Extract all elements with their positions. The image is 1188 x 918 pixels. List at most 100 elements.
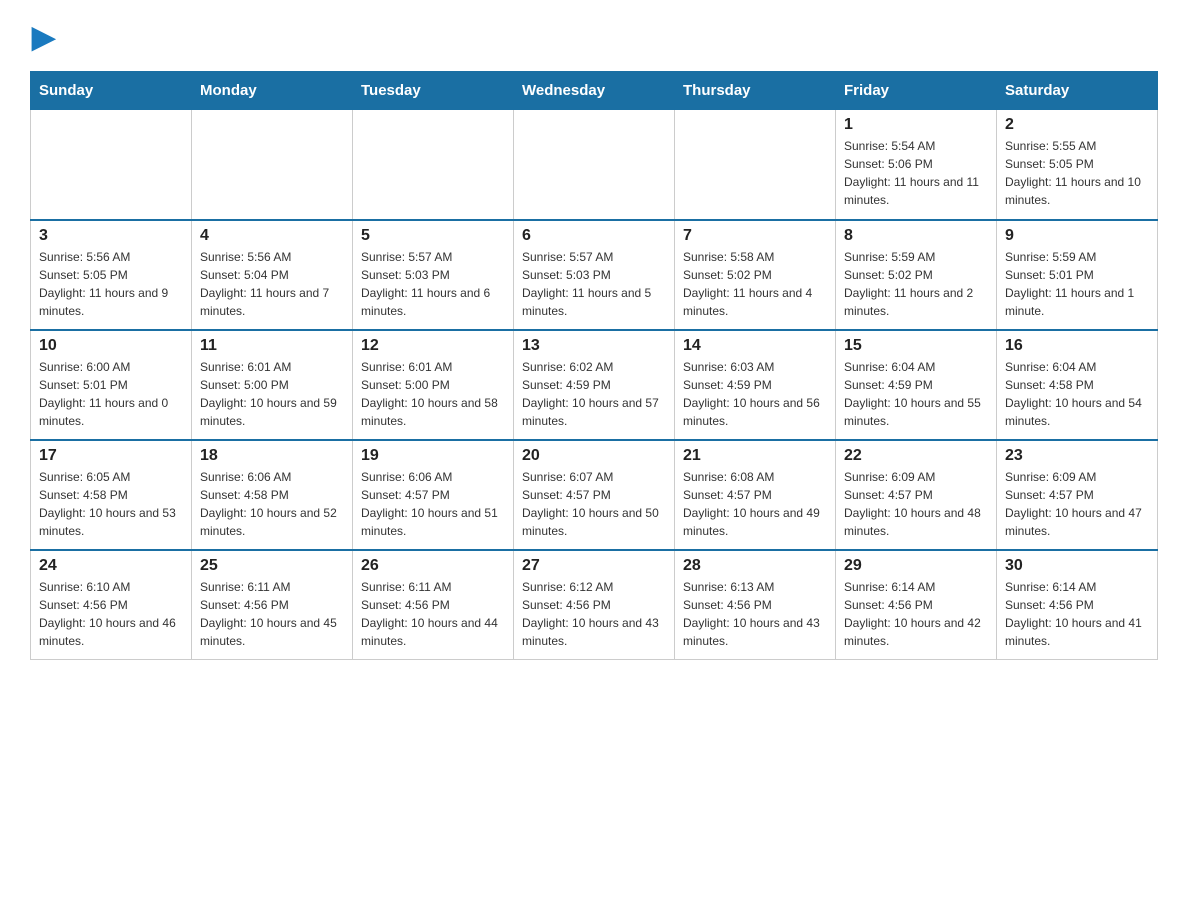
- weekday-header-row: SundayMondayTuesdayWednesdayThursdayFrid…: [31, 72, 1158, 110]
- calendar-cell: 20Sunrise: 6:07 AM Sunset: 4:57 PM Dayli…: [514, 440, 675, 550]
- day-info: Sunrise: 6:10 AM Sunset: 4:56 PM Dayligh…: [39, 578, 183, 650]
- calendar-cell: 14Sunrise: 6:03 AM Sunset: 4:59 PM Dayli…: [675, 330, 836, 440]
- weekday-header-tuesday: Tuesday: [353, 72, 514, 110]
- day-number: 8: [844, 227, 988, 245]
- calendar-cell: 30 Sunrise: 6:14 AM Sunset: 4:56 PM Dayli…: [997, 550, 1158, 660]
- calendar-cell: [31, 110, 192, 220]
- weekday-header-saturday: Saturday: [997, 72, 1158, 110]
- weekday-header-sunday: Sunday: [31, 72, 192, 110]
- day-info: Sunrise: 6:02 AM Sunset: 4:59 PM Dayligh…: [522, 358, 666, 430]
- day-info: Sunrise: 6:11 AM Sunset: 4:56 PM Dayligh…: [200, 578, 344, 650]
- calendar-week-2: 3Sunrise: 5:56 AM Sunset: 5:05 PM Daylig…: [31, 220, 1158, 330]
- logo: ▶: [30, 20, 55, 51]
- weekday-header-friday: Friday: [836, 72, 997, 110]
- day-number: 29: [844, 557, 988, 575]
- calendar-cell: 5 Sunrise: 5:57 AM Sunset: 5:03 PM Daylig…: [353, 220, 514, 330]
- calendar-cell: 11Sunrise: 6:01 AM Sunset: 5:00 PM Dayli…: [192, 330, 353, 440]
- weekday-header-monday: Monday: [192, 72, 353, 110]
- day-number: 13: [522, 337, 666, 355]
- calendar-cell: 18 Sunrise: 6:06 AM Sunset: 4:58 PM Dayli…: [192, 440, 353, 550]
- day-number: 26: [361, 557, 505, 575]
- day-info: Sunrise: 5:54 AM Sunset: 5:06 PM Dayligh…: [844, 137, 988, 209]
- day-info: Sunrise: 6:08 AM Sunset: 4:57 PM Dayligh…: [683, 468, 827, 540]
- calendar-cell: [353, 110, 514, 220]
- calendar-cell: 6Sunrise: 5:57 AM Sunset: 5:03 PM Daylig…: [514, 220, 675, 330]
- calendar-table: SundayMondayTuesdayWednesdayThursdayFrid…: [30, 71, 1158, 660]
- day-info: Sunrise: 6:00 AM Sunset: 5:01 PM Dayligh…: [39, 358, 183, 430]
- day-number: 18: [200, 447, 344, 465]
- day-number: 15: [844, 337, 988, 355]
- day-number: 2: [1005, 116, 1149, 134]
- calendar-cell: 24Sunrise: 6:10 AM Sunset: 4:56 PM Dayli…: [31, 550, 192, 660]
- day-info: Sunrise: 6:04 AM Sunset: 4:58 PM Dayligh…: [1005, 358, 1149, 430]
- day-info: Sunrise: 6:09 AM Sunset: 4:57 PM Dayligh…: [1005, 468, 1149, 540]
- day-info: Sunrise: 5:56 AM Sunset: 5:05 PM Dayligh…: [39, 248, 183, 320]
- day-info: Sunrise: 5:57 AM Sunset: 5:03 PM Dayligh…: [522, 248, 666, 320]
- calendar-week-3: 10 Sunrise: 6:00 AM Sunset: 5:01 PM Dayli…: [31, 330, 1158, 440]
- page-header: ▶: [30, 20, 1158, 51]
- day-info: Sunrise: 5:59 AM Sunset: 5:02 PM Dayligh…: [844, 248, 988, 320]
- day-info: Sunrise: 6:06 AM Sunset: 4:57 PM Dayligh…: [361, 468, 505, 540]
- weekday-header-wednesday: Wednesday: [514, 72, 675, 110]
- day-info: Sunrise: 5:59 AM Sunset: 5:01 PM Dayligh…: [1005, 248, 1149, 320]
- day-number: 20: [522, 447, 666, 465]
- day-info: Sunrise: 5:57 AM Sunset: 5:03 PM Dayligh…: [361, 248, 505, 320]
- calendar-cell: 29 Sunrise: 6:14 AM Sunset: 4:56 PM Dayli…: [836, 550, 997, 660]
- day-number: 22: [844, 447, 988, 465]
- calendar-cell: 16 Sunrise: 6:04 AM Sunset: 4:58 PM Dayli…: [997, 330, 1158, 440]
- calendar-cell: 9 Sunrise: 5:59 AM Sunset: 5:01 PM Daylig…: [997, 220, 1158, 330]
- calendar-cell: 23 Sunrise: 6:09 AM Sunset: 4:57 PM Dayli…: [997, 440, 1158, 550]
- calendar-cell: 2 Sunrise: 5:55 AM Sunset: 5:05 PM Daylig…: [997, 110, 1158, 220]
- day-number: 12: [361, 337, 505, 355]
- day-number: 19: [361, 447, 505, 465]
- day-number: 14: [683, 337, 827, 355]
- day-number: 25: [200, 557, 344, 575]
- calendar-cell: 19 Sunrise: 6:06 AM Sunset: 4:57 PM Dayli…: [353, 440, 514, 550]
- calendar-cell: 25 Sunrise: 6:11 AM Sunset: 4:56 PM Dayli…: [192, 550, 353, 660]
- day-number: 10: [39, 337, 183, 355]
- day-number: 9: [1005, 227, 1149, 245]
- day-number: 30: [1005, 557, 1149, 575]
- day-info: Sunrise: 6:06 AM Sunset: 4:58 PM Dayligh…: [200, 468, 344, 540]
- day-number: 16: [1005, 337, 1149, 355]
- calendar-cell: 21 Sunrise: 6:08 AM Sunset: 4:57 PM Dayli…: [675, 440, 836, 550]
- day-info: Sunrise: 5:55 AM Sunset: 5:05 PM Dayligh…: [1005, 137, 1149, 209]
- calendar-cell: 15 Sunrise: 6:04 AM Sunset: 4:59 PM Dayli…: [836, 330, 997, 440]
- day-info: Sunrise: 5:58 AM Sunset: 5:02 PM Dayligh…: [683, 248, 827, 320]
- day-number: 4: [200, 227, 344, 245]
- day-number: 11: [200, 337, 344, 355]
- day-info: Sunrise: 6:14 AM Sunset: 4:56 PM Dayligh…: [844, 578, 988, 650]
- calendar-week-4: 17 Sunrise: 6:05 AM Sunset: 4:58 PM Dayli…: [31, 440, 1158, 550]
- day-number: 21: [683, 447, 827, 465]
- day-number: 17: [39, 447, 183, 465]
- calendar-cell: 8 Sunrise: 5:59 AM Sunset: 5:02 PM Daylig…: [836, 220, 997, 330]
- day-number: 1: [844, 116, 988, 134]
- day-number: 7: [683, 227, 827, 245]
- logo-triangle-icon: ▶: [32, 20, 55, 55]
- calendar-cell: 4Sunrise: 5:56 AM Sunset: 5:04 PM Daylig…: [192, 220, 353, 330]
- calendar-cell: [514, 110, 675, 220]
- day-info: Sunrise: 6:05 AM Sunset: 4:58 PM Dayligh…: [39, 468, 183, 540]
- day-info: Sunrise: 6:04 AM Sunset: 4:59 PM Dayligh…: [844, 358, 988, 430]
- day-info: Sunrise: 6:01 AM Sunset: 5:00 PM Dayligh…: [361, 358, 505, 430]
- weekday-header-thursday: Thursday: [675, 72, 836, 110]
- calendar-cell: 1 Sunrise: 5:54 AM Sunset: 5:06 PM Daylig…: [836, 110, 997, 220]
- calendar-week-1: 1 Sunrise: 5:54 AM Sunset: 5:06 PM Daylig…: [31, 110, 1158, 220]
- day-number: 5: [361, 227, 505, 245]
- calendar-cell: 12 Sunrise: 6:01 AM Sunset: 5:00 PM Dayli…: [353, 330, 514, 440]
- day-info: Sunrise: 6:12 AM Sunset: 4:56 PM Dayligh…: [522, 578, 666, 650]
- calendar-cell: [192, 110, 353, 220]
- day-info: Sunrise: 6:11 AM Sunset: 4:56 PM Dayligh…: [361, 578, 505, 650]
- calendar-cell: 13 Sunrise: 6:02 AM Sunset: 4:59 PM Dayli…: [514, 330, 675, 440]
- calendar-week-5: 24Sunrise: 6:10 AM Sunset: 4:56 PM Dayli…: [31, 550, 1158, 660]
- day-number: 28: [683, 557, 827, 575]
- day-info: Sunrise: 6:14 AM Sunset: 4:56 PM Dayligh…: [1005, 578, 1149, 650]
- day-info: Sunrise: 6:13 AM Sunset: 4:56 PM Dayligh…: [683, 578, 827, 650]
- calendar-cell: 17 Sunrise: 6:05 AM Sunset: 4:58 PM Dayli…: [31, 440, 192, 550]
- calendar-cell: 22Sunrise: 6:09 AM Sunset: 4:57 PM Dayli…: [836, 440, 997, 550]
- calendar-cell: 28 Sunrise: 6:13 AM Sunset: 4:56 PM Dayli…: [675, 550, 836, 660]
- day-number: 27: [522, 557, 666, 575]
- calendar-cell: 7 Sunrise: 5:58 AM Sunset: 5:02 PM Daylig…: [675, 220, 836, 330]
- calendar-cell: 26 Sunrise: 6:11 AM Sunset: 4:56 PM Dayli…: [353, 550, 514, 660]
- day-number: 23: [1005, 447, 1149, 465]
